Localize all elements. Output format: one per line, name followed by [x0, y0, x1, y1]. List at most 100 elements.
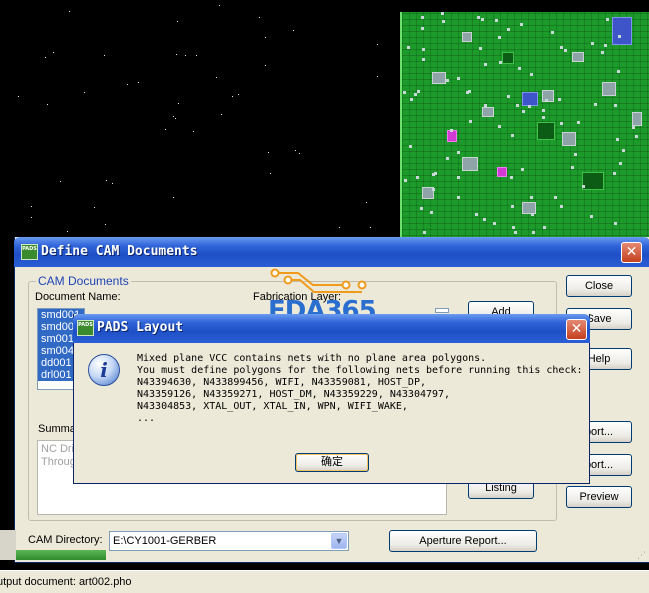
pcb-via: [616, 138, 619, 141]
pcb-via: [590, 215, 593, 218]
star-dot: [47, 104, 48, 105]
star-dot: [232, 96, 233, 97]
star-dot: [366, 202, 367, 203]
pcb-via: [421, 16, 424, 19]
star-dot: [293, 30, 294, 31]
pcb-via: [404, 179, 407, 182]
pcb-via: [475, 213, 478, 216]
close-button[interactable]: Close: [566, 275, 632, 297]
pcb-via: [532, 231, 535, 234]
star-dot: [295, 150, 296, 151]
pcb-component: [497, 167, 507, 177]
pcb-via: [468, 90, 471, 93]
pcb-via: [423, 231, 426, 234]
pcb-via: [613, 172, 616, 175]
pcb-via: [618, 35, 621, 38]
resize-grip-icon[interactable]: ⋰: [637, 550, 647, 560]
pcb-via: [432, 188, 435, 191]
cam-directory-select[interactable]: E:\CY1001-GERBER ▼: [109, 531, 349, 551]
aperture-report-button[interactable]: Aperture Report...: [389, 530, 537, 552]
pcb-via: [441, 12, 444, 15]
pcb-component: [572, 52, 584, 62]
pcb-via: [516, 104, 519, 107]
pcb-via: [498, 125, 501, 128]
pcb-via: [484, 104, 487, 107]
pcb-via: [507, 95, 510, 98]
star-dot: [216, 77, 217, 78]
message-titlebar[interactable]: PADS PADS Layout ✕: [73, 314, 590, 343]
pcb-via: [606, 18, 609, 21]
pcb-via: [420, 207, 423, 210]
ok-button[interactable]: 确定: [295, 453, 369, 472]
pcb-via: [414, 93, 417, 96]
pcb-via: [457, 196, 460, 199]
pcb-via: [543, 226, 546, 229]
pcb-via: [528, 105, 531, 108]
pcb-component: [602, 82, 616, 96]
pcb-via: [604, 44, 607, 47]
pcb-via: [511, 205, 514, 208]
star-dot: [67, 231, 68, 232]
pcb-via: [484, 63, 487, 66]
star-dot: [185, 55, 186, 56]
pcb-via: [446, 157, 449, 160]
pads-layout-message-box: PADS PADS Layout ✕ i Mixed plane VCC con…: [73, 314, 590, 484]
pcb-via: [493, 222, 496, 225]
pcb-component: [462, 157, 478, 171]
star-dot: [265, 37, 266, 38]
star-dot: [173, 197, 174, 198]
message-line: N43304853, XTAL_OUT, XTAL_IN, WPN, WIFI_…: [137, 401, 408, 412]
fabrication-layer-select[interactable]: [435, 308, 449, 313]
pcb-via: [410, 98, 413, 101]
pcb-via: [450, 129, 453, 132]
star-dot: [370, 227, 371, 228]
star-dot: [377, 76, 378, 77]
pcb-via: [434, 172, 437, 175]
pcb-via: [481, 18, 484, 21]
pcb-via: [619, 162, 622, 165]
star-dot: [53, 52, 54, 53]
star-dot: [270, 173, 271, 174]
pcb-via: [511, 134, 514, 137]
pcb-via: [574, 153, 577, 156]
message-close-button[interactable]: ✕: [566, 319, 587, 340]
preview-button[interactable]: Preview: [566, 486, 632, 508]
circuit-trace-icon: [270, 268, 367, 293]
star-dot: [299, 153, 300, 154]
pcb-via: [560, 46, 563, 49]
window-close-button[interactable]: ✕: [621, 242, 642, 263]
star-dot: [45, 57, 46, 58]
pads-app-icon: PADS: [21, 244, 38, 260]
star-dot: [193, 131, 194, 132]
pcb-via: [430, 211, 433, 214]
pcb-via: [422, 58, 425, 61]
status-text: utput document: art002.pho: [0, 576, 132, 588]
star-dot: [94, 207, 95, 208]
pcb-via: [521, 168, 524, 171]
pcb-via: [582, 185, 585, 188]
message-line: N43394630, N433899456, WIFI, N43359081, …: [137, 377, 426, 388]
pcb-via: [457, 151, 460, 154]
chevron-down-icon[interactable]: ▼: [331, 533, 347, 549]
star-dot: [84, 92, 85, 93]
star-dot: [112, 183, 113, 184]
pcb-via: [577, 121, 580, 124]
pcb-via: [416, 176, 419, 179]
pcb-component: [522, 92, 538, 106]
pcb-via: [571, 166, 574, 169]
star-dot: [176, 54, 177, 55]
pcb-via: [498, 36, 501, 39]
pcb-via: [617, 70, 620, 73]
pcb-via: [560, 205, 563, 208]
pcb-via: [530, 73, 533, 76]
window-titlebar[interactable]: PADS Define CAM Documents ✕: [14, 237, 649, 267]
pcb-via: [635, 135, 638, 138]
star-dot: [177, 21, 178, 22]
pcb-via: [560, 122, 563, 125]
message-text: Mixed plane VCC contains nets with no pl…: [137, 353, 587, 425]
pcb-via: [512, 226, 515, 229]
pcb-via: [483, 218, 486, 221]
pcb-via: [522, 110, 525, 113]
star-dot: [238, 94, 239, 95]
star-dot: [268, 152, 269, 153]
